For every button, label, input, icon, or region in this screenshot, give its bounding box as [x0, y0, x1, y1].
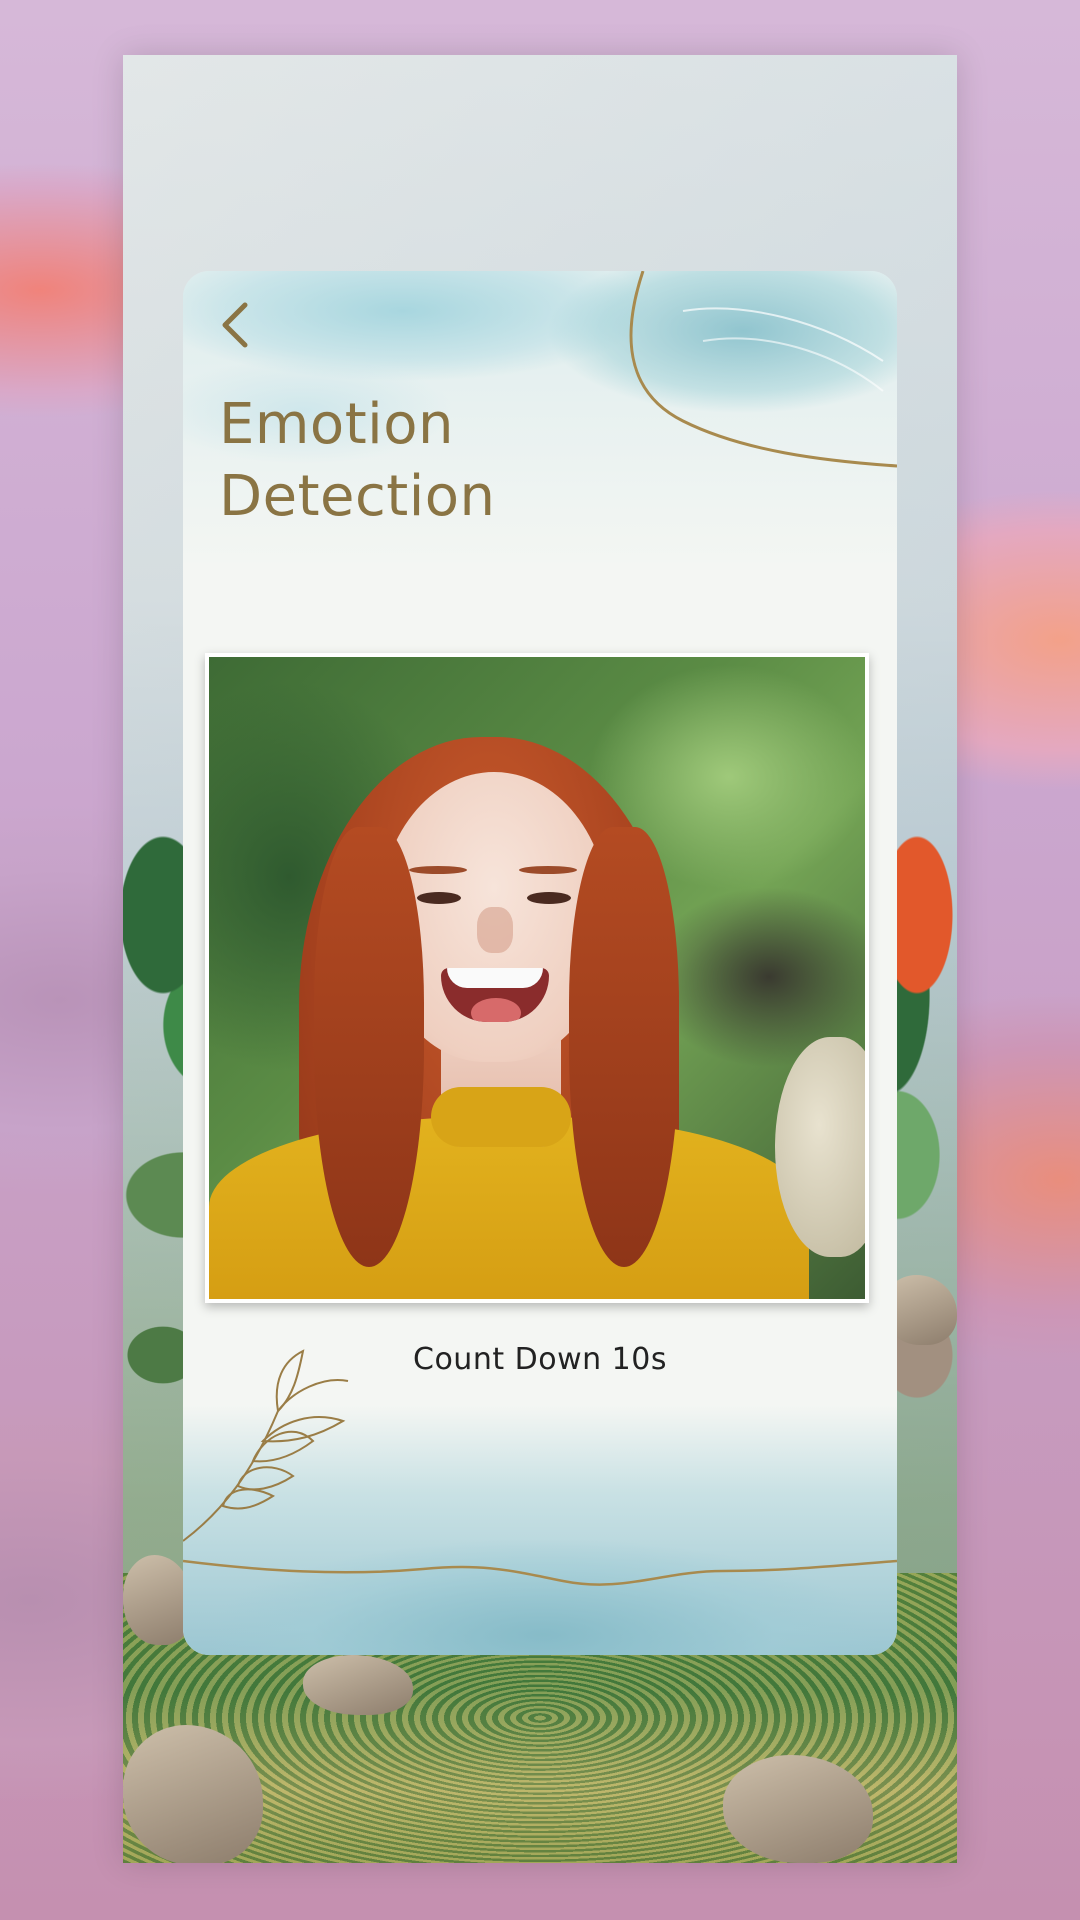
chevron-left-icon: [222, 302, 248, 348]
countdown-label: Count Down 10s: [413, 1342, 667, 1377]
photo-tongue: [471, 998, 521, 1022]
photo-hair-strand: [314, 827, 424, 1267]
photo-subject-collar: [431, 1087, 571, 1147]
photo-eye: [527, 892, 571, 904]
photo-eye: [417, 892, 461, 904]
back-button[interactable]: [213, 299, 257, 355]
photo-smile: [441, 968, 549, 1022]
photo-nose: [477, 907, 513, 953]
camera-preview-image: [209, 657, 865, 1299]
photo-hair-strand: [569, 827, 679, 1267]
photo-teeth: [447, 968, 543, 988]
watercolor-footer: [183, 1405, 897, 1655]
photo-brow: [409, 866, 467, 874]
page-title: Emotion Detection: [219, 389, 496, 533]
page-title-line1: Emotion: [219, 392, 454, 457]
camera-preview-frame: [205, 653, 869, 1303]
page-title-line2: Detection: [219, 464, 496, 529]
emotion-detection-card: Emotion Detection Count Down 10s: [183, 271, 897, 1655]
photo-brow: [519, 866, 577, 874]
